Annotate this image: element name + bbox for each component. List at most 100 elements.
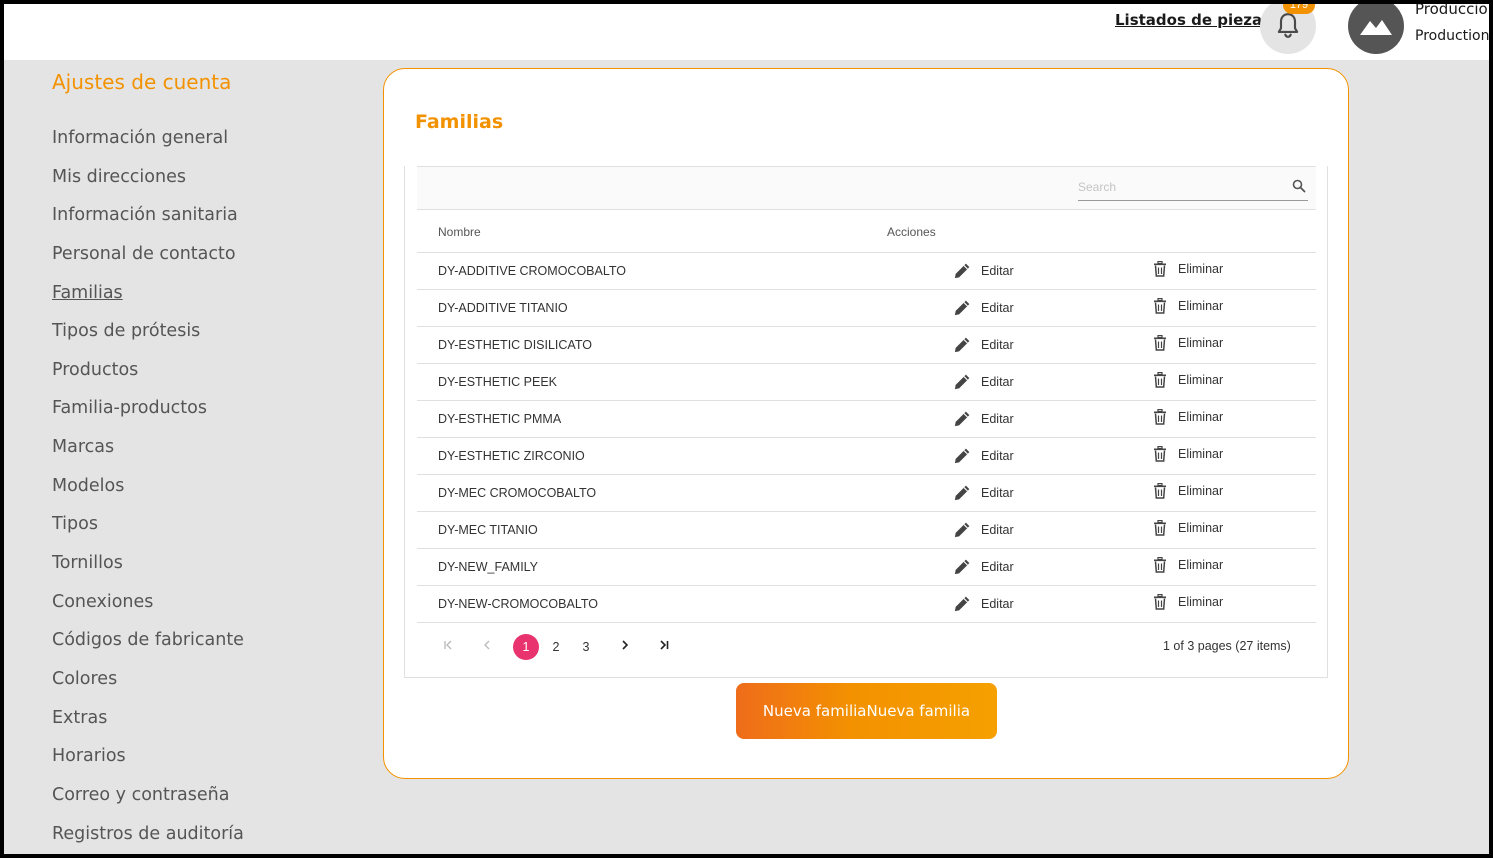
edit-label: Editar (981, 559, 1014, 574)
table-row: DY-ESTHETIC ZIRCONIO Editar Eliminar (417, 438, 1316, 475)
pencil-icon (954, 559, 970, 575)
delete-button[interactable]: Eliminar (1153, 409, 1223, 425)
sidebar-item-0[interactable]: Información general (52, 128, 244, 167)
nueva-familia-button[interactable]: Nueva familiaNueva familia (736, 683, 997, 739)
delete-label: Eliminar (1178, 521, 1224, 535)
edit-button[interactable]: Editar (953, 594, 1014, 613)
pager: 1 2 3 1 of 3 pages (27 items) (405, 626, 1327, 666)
edit-label: Editar (981, 337, 1014, 352)
trash-icon (1154, 446, 1166, 462)
column-header-nombre[interactable]: Nombre (438, 225, 481, 239)
edit-button[interactable]: Editar (953, 261, 1014, 280)
first-page-icon (444, 640, 452, 650)
edit-label: Editar (981, 522, 1014, 537)
edit-button[interactable]: Editar (953, 520, 1014, 539)
sidebar-item-5[interactable]: Tipos de prótesis (52, 321, 244, 360)
edit-label: Editar (981, 300, 1014, 315)
table-row: DY-ADDITIVE CROMOCOBALTO Editar Eliminar (417, 253, 1316, 290)
family-name: DY-MEC CROMOCOBALTO (438, 486, 597, 500)
edit-button[interactable]: Editar (953, 446, 1014, 465)
sidebar-item-17[interactable]: Correo y contraseña (52, 785, 244, 824)
delete-button[interactable]: Eliminar (1153, 483, 1223, 499)
familias-card: Familias Nombre Acciones DY-ADDITIVE CRO… (383, 68, 1349, 779)
last-page-button[interactable] (651, 634, 677, 660)
delete-label: Eliminar (1178, 558, 1224, 572)
sidebar-item-13[interactable]: Códigos de fabricante (52, 630, 244, 669)
family-name: DY-ADDITIVE TITANIO (438, 301, 568, 315)
column-header-acciones[interactable]: Acciones (887, 225, 936, 239)
notification-count-badge: 179 (1283, 4, 1315, 14)
table-row: DY-MEC TITANIO Editar Eliminar (417, 512, 1316, 549)
listados-de-piezas-link[interactable]: Listados de piezas (1115, 11, 1271, 29)
sidebar-item-10[interactable]: Tipos (52, 514, 244, 553)
sidebar-item-14[interactable]: Colores (52, 669, 244, 708)
delete-button[interactable]: Eliminar (1153, 335, 1223, 351)
delete-label: Eliminar (1178, 299, 1224, 313)
pencil-icon (954, 374, 970, 390)
grid-header: Nombre Acciones (417, 210, 1316, 253)
last-page-icon (660, 640, 669, 650)
delete-label: Eliminar (1178, 484, 1224, 498)
search-icon[interactable] (1292, 179, 1306, 193)
edit-button[interactable]: Editar (953, 298, 1014, 317)
delete-button[interactable]: Eliminar (1153, 594, 1223, 610)
edit-button[interactable]: Editar (953, 372, 1014, 391)
pencil-icon (954, 300, 970, 316)
delete-button[interactable]: Eliminar (1153, 298, 1223, 314)
user-avatar[interactable] (1348, 4, 1404, 54)
page-button-1[interactable]: 1 (513, 634, 539, 660)
pencil-icon (954, 448, 970, 464)
sidebar-item-7[interactable]: Familia-productos (52, 398, 244, 437)
sidebar-item-18[interactable]: Registros de auditoría (52, 824, 244, 854)
app-frame: Listados de piezas 179 Produccio Product… (4, 4, 1489, 854)
family-name: DY-ESTHETIC DISILICATO (438, 338, 592, 352)
sidebar-item-8[interactable]: Marcas (52, 437, 244, 476)
sidebar-item-3[interactable]: Personal de contacto (52, 244, 244, 283)
sidebar-item-15[interactable]: Extras (52, 708, 244, 747)
delete-button[interactable]: Eliminar (1153, 520, 1223, 536)
table-row: DY-NEW_FAMILY Editar Eliminar (417, 549, 1316, 586)
next-page-button[interactable] (612, 634, 638, 660)
pager-info: 1 of 3 pages (27 items) (1163, 639, 1291, 653)
sidebar-item-16[interactable]: Horarios (52, 746, 244, 785)
page-button-2[interactable]: 2 (543, 634, 569, 660)
search-input[interactable] (1078, 175, 1278, 199)
delete-button[interactable]: Eliminar (1153, 372, 1223, 388)
family-name: DY-NEW-CROMOCOBALTO (438, 597, 598, 611)
previous-page-button[interactable] (474, 634, 500, 660)
sidebar-item-1[interactable]: Mis direcciones (52, 167, 244, 206)
delete-button[interactable]: Eliminar (1153, 446, 1223, 462)
delete-button[interactable]: Eliminar (1153, 557, 1223, 573)
trash-icon (1154, 409, 1166, 425)
page-button-3[interactable]: 3 (573, 634, 599, 660)
sidebar-nav: Información general Mis direcciones Inform… (52, 128, 244, 854)
delete-button[interactable]: Eliminar (1153, 261, 1223, 277)
page-title: Familias (415, 111, 504, 133)
trash-icon (1154, 372, 1166, 388)
family-name: DY-ADDITIVE CROMOCOBALTO (438, 264, 626, 278)
sidebar-item-2[interactable]: Información sanitaria (52, 205, 244, 244)
sidebar-item-9[interactable]: Modelos (52, 476, 244, 515)
first-page-button[interactable] (435, 634, 461, 660)
sidebar-item-4[interactable]: Familias (52, 283, 244, 322)
trash-icon (1154, 261, 1166, 277)
grid-body: DY-ADDITIVE CROMOCOBALTO Editar Eliminar DY… (417, 253, 1316, 623)
family-name: DY-ESTHETIC PEEK (438, 375, 558, 389)
delete-label: Eliminar (1178, 410, 1224, 424)
chevron-left-icon (484, 640, 490, 650)
edit-button[interactable]: Editar (953, 483, 1014, 502)
edit-button[interactable]: Editar (953, 409, 1014, 428)
bell-icon (1277, 13, 1299, 38)
sidebar-item-12[interactable]: Conexiones (52, 592, 244, 631)
edit-label: Editar (981, 448, 1014, 463)
sidebar-item-6[interactable]: Productos (52, 360, 244, 399)
edit-button[interactable]: Editar (953, 557, 1014, 576)
pencil-icon (954, 411, 970, 427)
edit-button[interactable]: Editar (953, 335, 1014, 354)
sidebar-item-11[interactable]: Tornillos (52, 553, 244, 592)
pencil-icon (954, 596, 970, 612)
table-row: DY-NEW-CROMOCOBALTO Editar Eliminar (417, 586, 1316, 623)
delete-label: Eliminar (1178, 262, 1224, 276)
edit-label: Editar (981, 374, 1014, 389)
sidebar-title: Ajustes de cuenta (52, 70, 232, 94)
